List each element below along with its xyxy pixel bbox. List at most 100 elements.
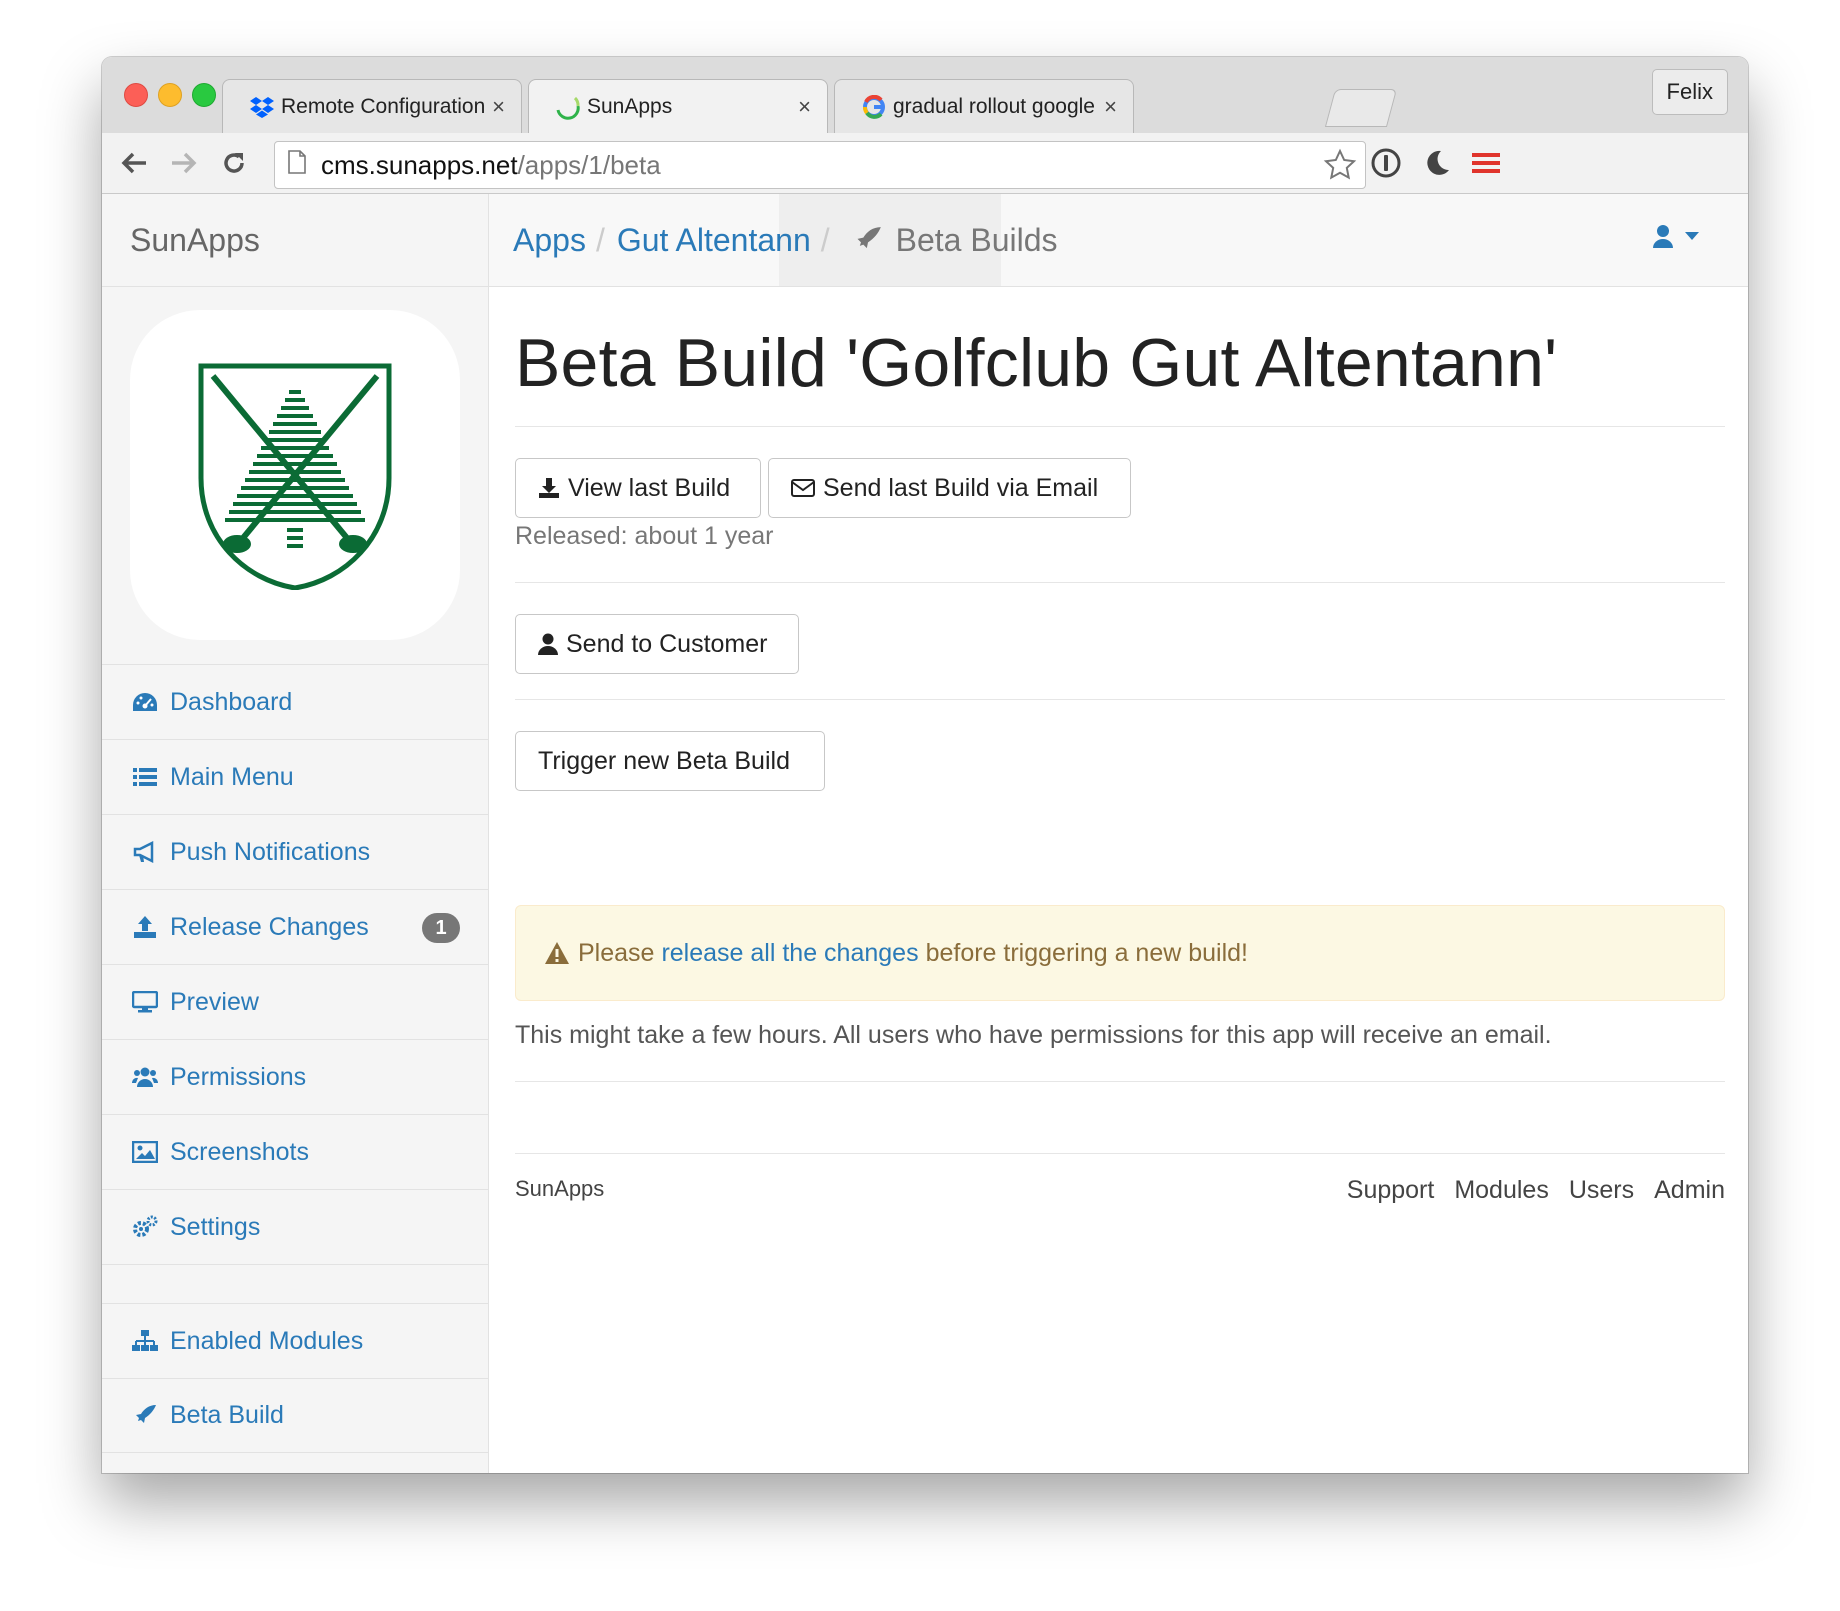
sidebar-item-permissions[interactable]: Permissions (102, 1039, 488, 1114)
footer-divider (515, 1153, 1725, 1154)
url-host: cms.sunapps.net (321, 149, 518, 180)
maximize-window-button[interactable] (192, 83, 216, 107)
footer-link-support[interactable]: Support (1347, 1176, 1435, 1205)
reload-button[interactable] (212, 141, 256, 185)
sunapps-icon (555, 94, 581, 120)
sidebar-item-preview[interactable]: Preview (102, 964, 488, 1039)
sidebar: SunApps Dashboard Main Menu Push Notific… (102, 194, 489, 1473)
divider (515, 699, 1725, 700)
button-label: Send last Build via Email (823, 473, 1099, 502)
user-menu-toggle[interactable] (1652, 224, 1700, 248)
sidebar-item-dashboard[interactable]: Dashboard (102, 664, 488, 739)
alert-text-post: before triggering a new build! (925, 938, 1249, 967)
sidebar-item-beta-build[interactable]: Beta Build (102, 1378, 488, 1453)
google-icon (861, 94, 887, 120)
bookmark-star-icon[interactable] (1323, 148, 1357, 189)
page-title: Beta Build 'Golfclub Gut Altentann' (515, 325, 1558, 401)
close-window-button[interactable] (124, 83, 148, 107)
forward-button[interactable] (162, 141, 206, 185)
close-tab-icon[interactable]: × (1104, 94, 1117, 120)
button-label: Trigger new Beta Build (538, 746, 790, 775)
golfclub-crest-icon (198, 363, 392, 590)
divider (515, 426, 1725, 427)
footer-link-admin[interactable]: Admin (1654, 1176, 1725, 1205)
warning-alert: Please release all the changes before tr… (515, 905, 1725, 1001)
profile-button[interactable]: Felix (1651, 69, 1728, 115)
released-text: Released: about 1 year (515, 522, 774, 550)
web-page: SunApps Dashboard Main Menu Push Notific… (102, 194, 1748, 1473)
footer-brand: SunApps (515, 1176, 605, 1201)
sitemap-icon (132, 1328, 158, 1354)
sidebar-divider (102, 1264, 488, 1303)
button-label: Send to Customer (566, 629, 768, 658)
divider (515, 1081, 1725, 1082)
info-text: This might take a few hours. All users w… (515, 1021, 1552, 1049)
footer-link-users[interactable]: Users (1569, 1176, 1634, 1205)
send-to-customer-button[interactable]: Send to Customer (515, 614, 799, 674)
tab-label: SunApps (587, 94, 673, 118)
divider (515, 582, 1725, 583)
bullhorn-icon (132, 839, 158, 865)
sidebar-item-label: Dashboard (170, 687, 293, 716)
arrow-right-icon (172, 152, 197, 174)
send-last-build-email-button[interactable]: Send last Build via Email (768, 458, 1131, 518)
breadcrumb-separator: / (595, 221, 605, 258)
sidebar-item-release-changes[interactable]: Release Changes 1 (102, 889, 488, 964)
download-icon (538, 477, 560, 499)
close-tab-icon[interactable]: × (798, 94, 811, 120)
user-icon (1653, 225, 1673, 248)
list-icon (132, 764, 158, 790)
dropbox-icon (249, 94, 275, 120)
warning-icon (544, 941, 570, 965)
page-icon (287, 149, 307, 181)
sidebar-item-label: Settings (170, 1212, 261, 1241)
minimize-window-button[interactable] (158, 83, 182, 107)
sidebar-item-label: Beta Build (170, 1401, 284, 1429)
dashboard-icon (132, 689, 158, 715)
address-bar[interactable]: cms.sunapps.net/apps/1/beta (274, 141, 1366, 189)
alert-text-pre: Please (578, 938, 655, 967)
sidebar-item-enabled-modules[interactable]: Enabled Modules (102, 1303, 488, 1378)
footer-link-modules[interactable]: Modules (1454, 1176, 1549, 1205)
tab-label: Remote Configuration Tool (281, 94, 485, 118)
tab-google-search[interactable]: gradual rollout google play × (834, 79, 1134, 133)
sidebar-item-label: Preview (170, 987, 259, 1016)
tab-label: gradual rollout google play (893, 94, 1096, 118)
caret-down-icon (1685, 232, 1699, 240)
sidebar-item-settings[interactable]: Settings (102, 1189, 488, 1264)
back-button[interactable] (112, 141, 156, 185)
image-icon (132, 1139, 158, 1165)
sidebar-item-label: Push Notifications (170, 837, 371, 866)
tab-remote-configuration[interactable]: Remote Configuration Tool × (222, 79, 522, 133)
breadcrumb-app[interactable]: Gut Altentann (617, 222, 811, 259)
trigger-new-beta-build-button[interactable]: Trigger new Beta Build (515, 731, 825, 791)
cogs-icon (132, 1214, 158, 1240)
breadcrumb-current: Beta Builds (895, 221, 1058, 258)
sidebar-item-screenshots[interactable]: Screenshots (102, 1114, 488, 1189)
breadcrumb-separator: / (820, 221, 830, 258)
upload-icon (132, 914, 158, 940)
footer-links: Support Modules Users Admin (1327, 1176, 1725, 1205)
sidebar-item-push-notifications[interactable]: Push Notifications (102, 814, 488, 889)
user-icon (538, 633, 558, 655)
sidebar-item-label: Release Changes (170, 912, 369, 941)
url-path: /apps/1/beta (517, 149, 661, 180)
rocket-icon (132, 1403, 158, 1429)
sidebar-item-main-menu[interactable]: Main Menu (102, 739, 488, 814)
reload-icon (224, 153, 244, 173)
new-tab-button[interactable] (1324, 89, 1398, 127)
moon-icon[interactable] (1416, 143, 1456, 183)
desktop-icon (132, 989, 158, 1015)
tab-sunapps[interactable]: SunApps × (528, 79, 828, 133)
brand-link[interactable]: SunApps (102, 194, 488, 287)
release-changes-link[interactable]: release all the changes (661, 939, 918, 968)
browser-window: Remote Configuration Tool × SunApps × gr… (102, 57, 1748, 1473)
menu-icon[interactable] (1466, 143, 1506, 183)
arrow-left-icon (121, 152, 146, 174)
breadcrumb-apps[interactable]: Apps (513, 222, 586, 259)
sidebar-nav: Dashboard Main Menu Push Notifications R… (102, 664, 488, 1453)
envelope-icon (791, 479, 815, 497)
close-tab-icon[interactable]: × (492, 94, 505, 120)
view-last-build-button[interactable]: View last Build (515, 458, 761, 518)
onepassword-icon[interactable] (1366, 143, 1406, 183)
